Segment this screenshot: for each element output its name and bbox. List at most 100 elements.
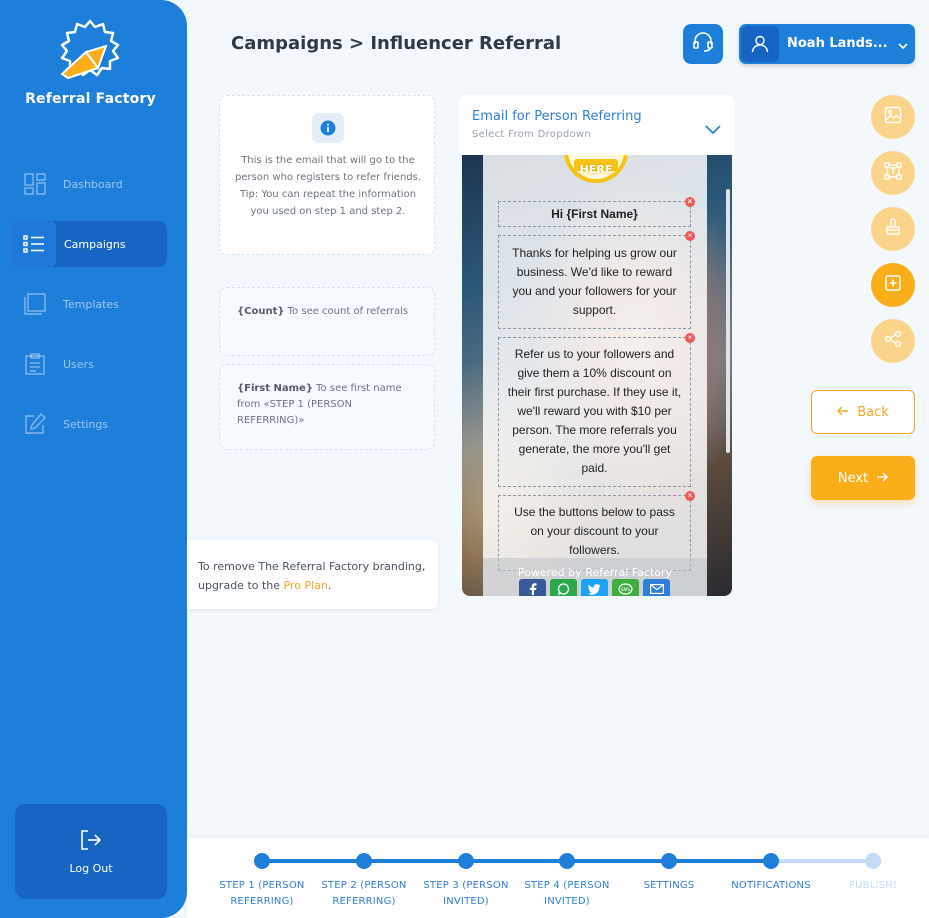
tip-text: {Count} To see count of referrals xyxy=(237,304,422,320)
scrollbar[interactable] xyxy=(726,189,730,453)
sidebar-item-campaigns[interactable]: Campaigns xyxy=(12,221,167,267)
image-icon xyxy=(884,106,902,128)
first-name-tip-card: {First Name} To see first name from «STE… xyxy=(219,364,435,450)
remove-block-icon[interactable]: × xyxy=(685,491,695,501)
sidebar-item-templates[interactable]: Templates xyxy=(12,281,167,327)
logout-label: Log Out xyxy=(69,862,113,875)
logout-icon xyxy=(79,828,103,856)
step-dot[interactable] xyxy=(661,853,677,869)
step-dot[interactable] xyxy=(254,853,270,869)
step-label[interactable]: STEP 2 (PERSON REFERRING) xyxy=(314,878,414,910)
step-label[interactable]: PUBLISH! xyxy=(823,878,923,894)
chevron-down-icon xyxy=(704,120,722,139)
twitter-icon[interactable] xyxy=(581,579,608,596)
tip-description: To see count of referrals xyxy=(284,306,409,317)
dropdown-value: Email for Person Referring xyxy=(472,109,642,124)
remove-block-icon[interactable]: × xyxy=(685,333,695,343)
pro-plan-link[interactable]: Pro Plan xyxy=(284,579,328,592)
info-card: This is the email that will go to the pe… xyxy=(219,95,435,255)
badge-text: HERE xyxy=(579,163,613,176)
next-label: Next xyxy=(837,470,869,486)
here-badge: HERE xyxy=(564,155,628,183)
powered-by-text: Powered by Referral Factory xyxy=(517,566,673,579)
upgrade-text: To remove The Referral Factory branding,… xyxy=(198,557,433,595)
dropdown-hint: Select From Dropdown xyxy=(472,129,592,140)
sidebar-item-label: Users xyxy=(63,357,94,371)
upgrade-suffix: . xyxy=(327,579,332,592)
tip-token: {First Name} xyxy=(237,383,313,394)
block-text: Hi {First Name} xyxy=(551,207,638,221)
count-tip-card: {Count} To see count of referrals xyxy=(219,287,435,356)
sidebar-item-settings[interactable]: Settings xyxy=(12,401,167,447)
email-type-dropdown[interactable]: Email for Person Referring Select From D… xyxy=(459,95,735,155)
step-dot[interactable] xyxy=(356,853,372,869)
crop-tool-button[interactable] xyxy=(871,151,915,195)
info-text: This is the email that will go to the pe… xyxy=(234,155,422,217)
dashboard-icon xyxy=(22,171,48,197)
sidebar-item-label: Settings xyxy=(63,417,109,431)
sidebar-item-users[interactable]: Users xyxy=(12,341,167,387)
step-dot[interactable] xyxy=(763,853,779,869)
tip-text: {First Name} To see first name from «STE… xyxy=(237,381,422,429)
email-block-thanks[interactable]: Thanks for helping us grow our business.… xyxy=(498,231,695,329)
email-block-greeting[interactable]: Hi {First Name} × xyxy=(498,197,695,227)
sidebar-item-label: Templates xyxy=(63,297,119,311)
remove-block-icon[interactable]: × xyxy=(685,197,695,207)
user-menu-button[interactable]: Noah Lands... xyxy=(739,24,915,64)
sidebar: Referral Factory Dashboard Campaigns Tem… xyxy=(0,0,187,918)
facebook-icon[interactable] xyxy=(519,579,546,596)
paint-tool-button[interactable] xyxy=(871,207,915,251)
step-label[interactable]: NOTIFICATIONS xyxy=(721,878,821,894)
brand-name: Referral Factory xyxy=(25,91,156,107)
list-icon xyxy=(12,221,56,267)
arrow-right-icon xyxy=(876,471,889,486)
email-body: HERE Hi {First Name} × Thanks for helpin… xyxy=(483,155,707,596)
whatsapp-icon[interactable] xyxy=(550,579,577,596)
email-icon[interactable] xyxy=(643,579,670,596)
add-block-button[interactable] xyxy=(871,263,915,307)
step-dot[interactable] xyxy=(559,853,575,869)
tip-token: {Count} xyxy=(237,306,285,317)
email-preview: HERE Hi {First Name} × Thanks for helpin… xyxy=(462,155,732,596)
step-dot[interactable] xyxy=(865,853,881,869)
stepper-remaining-line xyxy=(772,859,874,863)
step-dot[interactable] xyxy=(458,853,474,869)
avatar xyxy=(741,26,779,62)
sidebar-item-label: Campaigns xyxy=(64,237,126,251)
referral-factory-logo[interactable] xyxy=(52,18,128,84)
email-block-refer[interactable]: Refer us to your followers and give them… xyxy=(498,333,695,487)
block-text: Use the buttons below to pass on your di… xyxy=(514,505,675,557)
step-label[interactable]: SETTINGS xyxy=(619,878,719,894)
sidebar-item-dashboard[interactable]: Dashboard xyxy=(12,161,167,207)
remove-block-icon[interactable]: × xyxy=(685,231,695,241)
add-block-icon xyxy=(884,274,902,296)
svg-text:SMS: SMS xyxy=(621,586,631,592)
clipboard-icon xyxy=(22,351,48,377)
next-button[interactable]: Next xyxy=(811,456,915,500)
step-label[interactable]: STEP 1 (PERSON REFERRING) xyxy=(212,878,312,910)
breadcrumb: Campaigns > Influencer Referral xyxy=(231,33,562,54)
share-icon xyxy=(884,330,902,352)
step-label[interactable]: STEP 3 (PERSON INVITED) xyxy=(416,878,516,910)
sms-icon[interactable]: SMS xyxy=(612,579,639,596)
step-label[interactable]: STEP 4 (PERSON INVITED) xyxy=(517,878,617,910)
arrow-left-icon xyxy=(837,405,849,420)
info-icon xyxy=(312,113,344,143)
templates-icon xyxy=(22,291,48,317)
paint-icon xyxy=(884,218,902,240)
back-label: Back xyxy=(857,404,889,420)
block-text: Thanks for helping us grow our business.… xyxy=(512,246,677,317)
user-name: Noah Lands... xyxy=(787,36,888,51)
edit-icon xyxy=(22,411,48,437)
stepper-progress-line xyxy=(262,859,772,863)
logout-button[interactable]: Log Out xyxy=(15,804,167,899)
back-button[interactable]: Back xyxy=(811,390,915,434)
headset-icon xyxy=(692,31,714,57)
crop-icon xyxy=(884,162,902,184)
chevron-down-icon xyxy=(897,37,909,56)
upgrade-banner: To remove The Referral Factory branding,… xyxy=(187,540,438,609)
support-button[interactable] xyxy=(683,24,723,64)
share-tool-button[interactable] xyxy=(871,319,915,363)
share-buttons: SMS xyxy=(519,579,670,596)
image-tool-button[interactable] xyxy=(871,95,915,139)
